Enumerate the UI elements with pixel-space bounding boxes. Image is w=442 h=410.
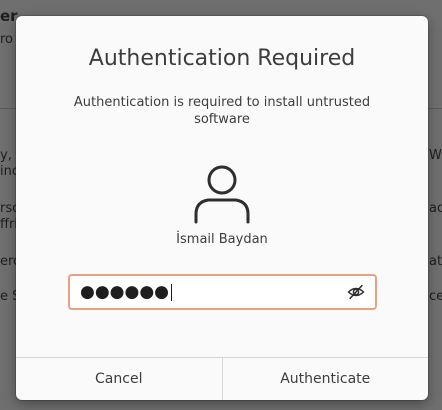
dialog-message: Authentication is required to install un… [73,95,371,127]
user-avatar-icon [192,162,252,226]
background-text: Wi [429,148,442,163]
authenticate-button[interactable]: Authenticate [223,358,429,400]
background-text: ce [429,289,442,304]
password-masked-text: ●●●●●● [80,282,170,302]
dialog-button-bar: Cancel Authenticate [16,357,428,400]
background-divider [428,108,442,109]
username-label: İsmail Baydan [176,232,268,247]
cancel-button[interactable]: Cancel [16,358,222,400]
dialog-title: Authentication Required [88,46,356,71]
background-text: ac [429,201,442,216]
password-input[interactable]: ●●●●●● [68,274,377,310]
eye-slash-icon[interactable] [347,283,365,301]
authentication-dialog: Authentication Required Authentication i… [16,16,428,400]
text-caret [171,283,173,301]
background-text: ate [429,254,442,269]
background-divider [0,108,16,109]
background-text: er [0,7,18,25]
password-value: ●●●●●● [80,276,173,308]
background-text: ro [0,32,14,47]
